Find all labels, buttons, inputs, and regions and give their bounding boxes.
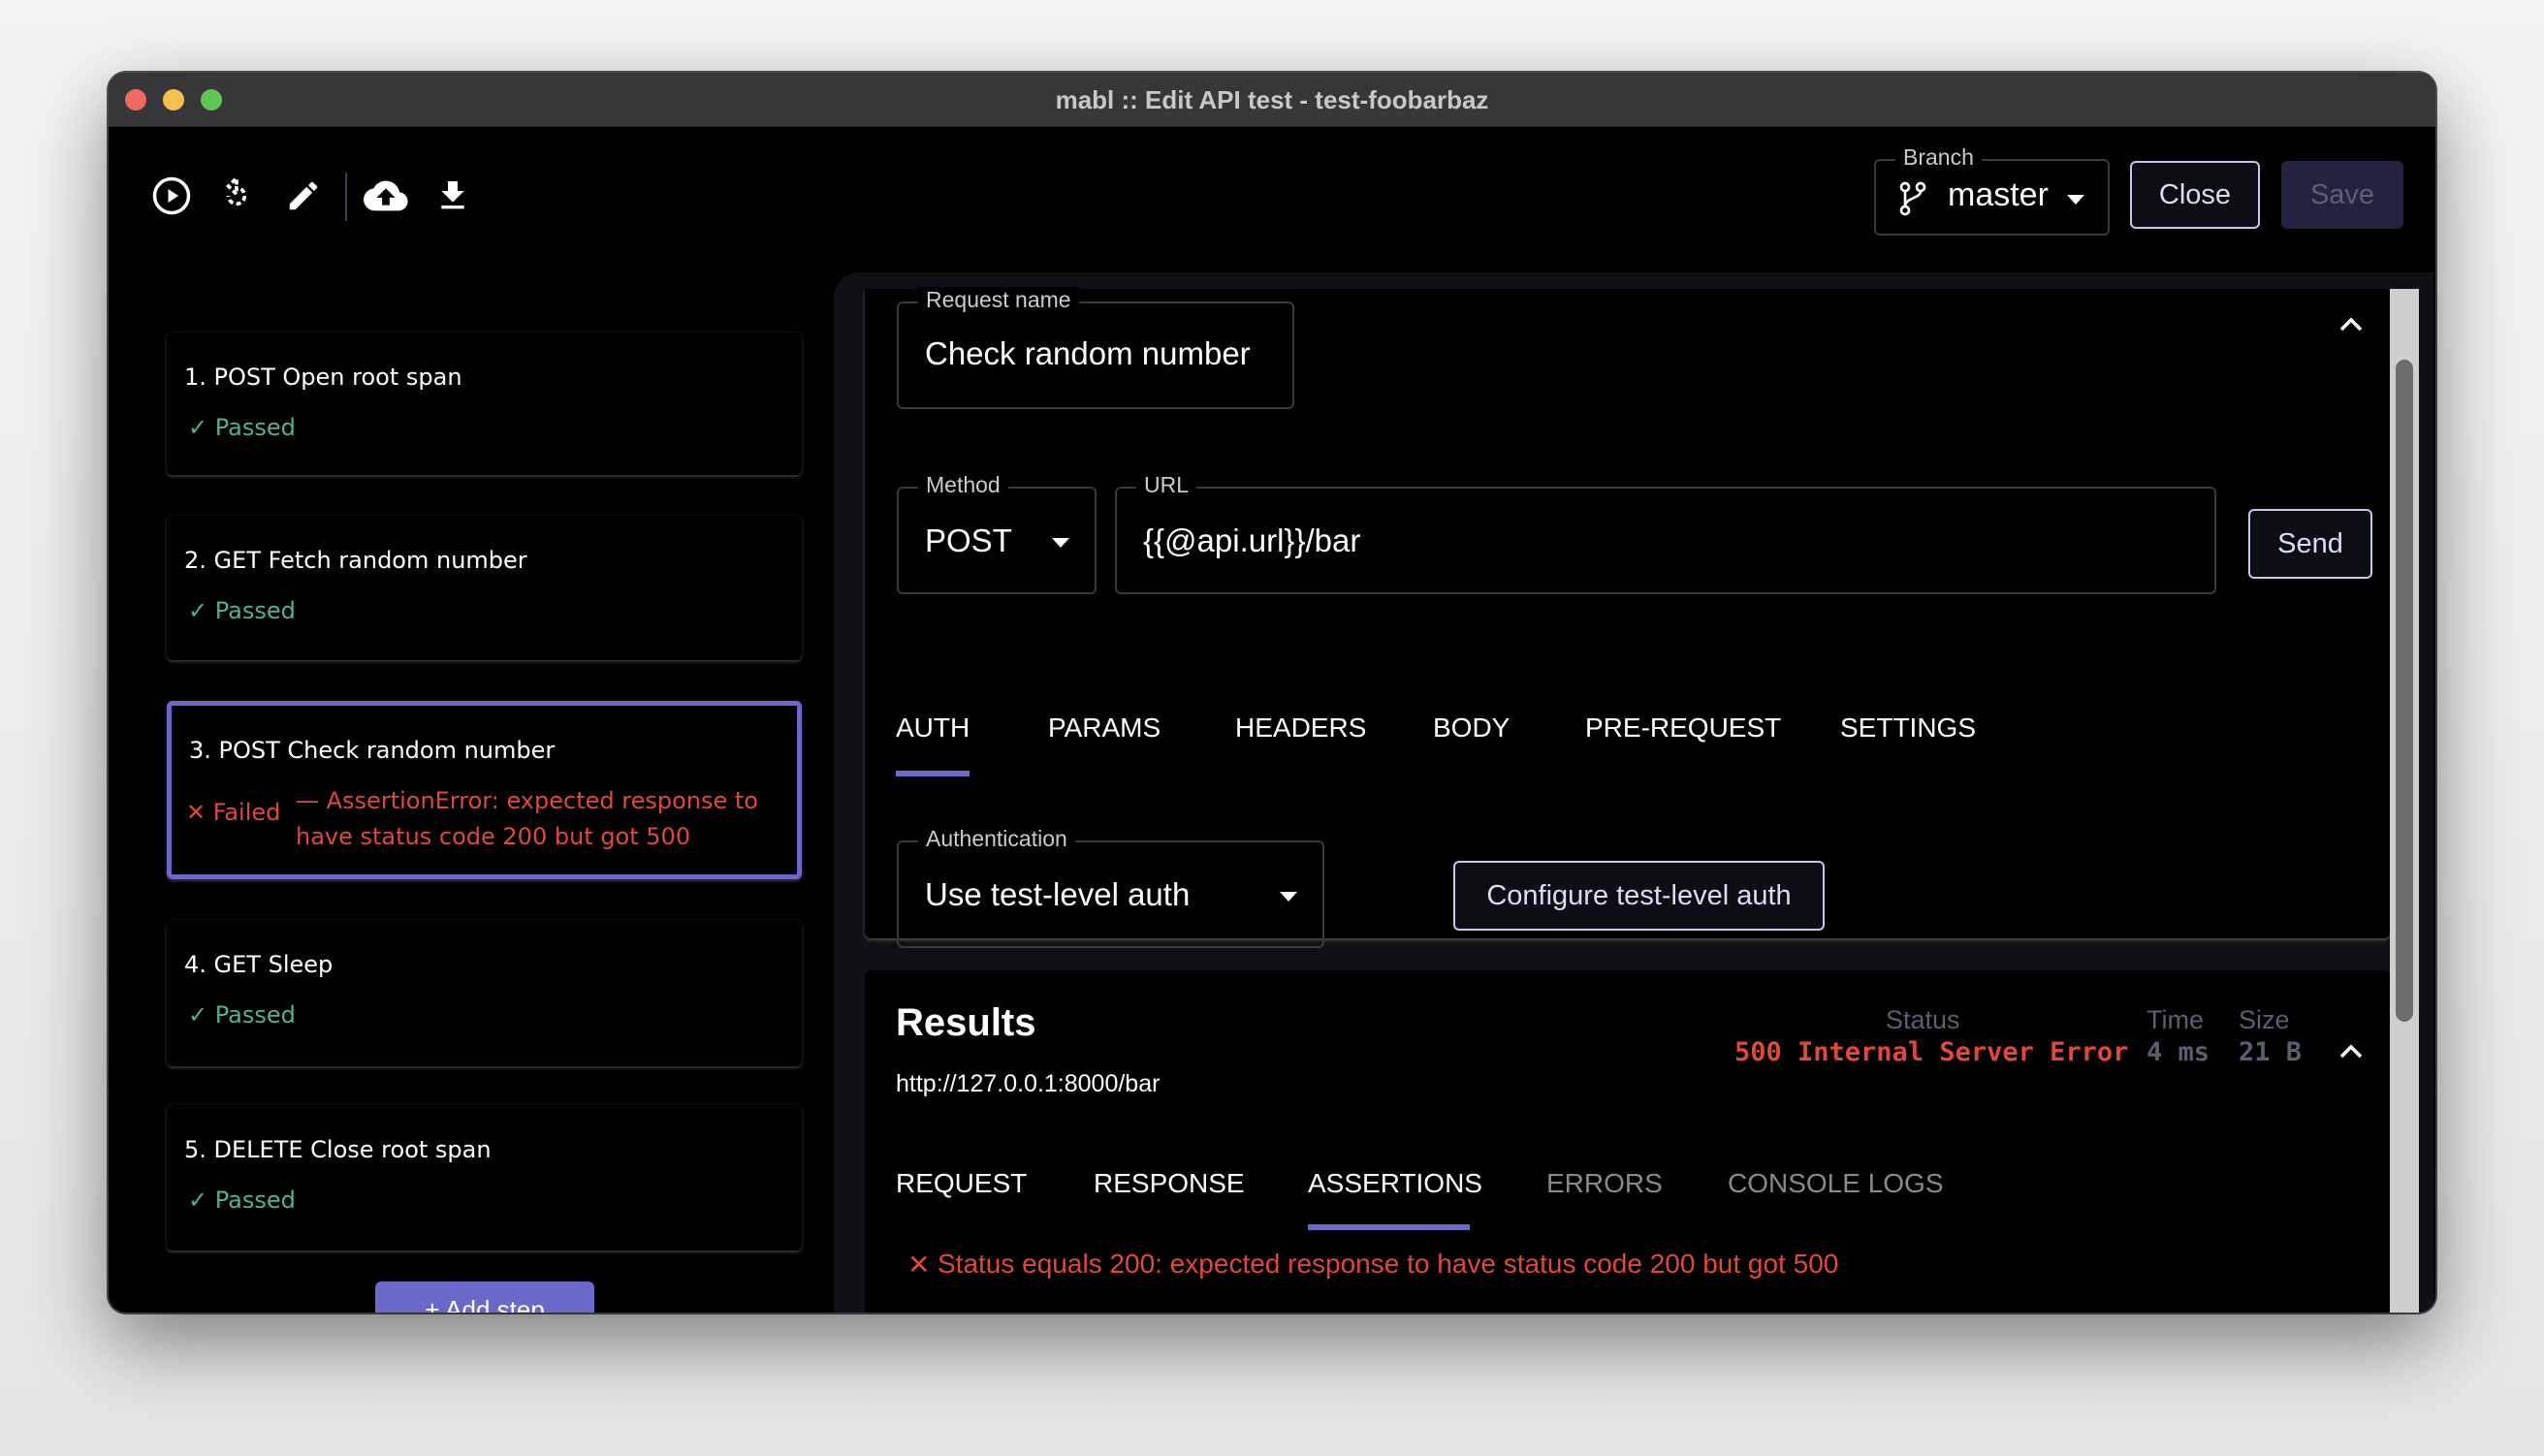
step-title: 1. POST Open root span bbox=[184, 364, 462, 391]
results-title: Results bbox=[896, 1001, 1036, 1044]
request-card: Request name Check random number Method … bbox=[865, 287, 2390, 948]
tab-settings[interactable]: SETTINGS bbox=[1840, 712, 1976, 744]
branch-label: Branch bbox=[1895, 144, 1982, 171]
add-step-button[interactable]: + Add step bbox=[375, 1282, 594, 1313]
step-status-label: Passed bbox=[214, 1187, 296, 1214]
assertion-result: Status equals 200: expected response to … bbox=[938, 1249, 1839, 1279]
replay-icon[interactable] bbox=[213, 173, 260, 219]
tab-pre-request[interactable]: PRE-REQUEST bbox=[1585, 712, 1781, 744]
tab-console-logs[interactable]: CONSOLE LOGS bbox=[1728, 1168, 1944, 1199]
request-name-field[interactable]: Request name Check random number bbox=[897, 287, 1294, 409]
branch-select[interactable]: Branch master bbox=[1874, 144, 2110, 236]
step-status: ✓ Passed bbox=[188, 414, 296, 441]
url-value: {{@api.url}}/bar bbox=[1143, 522, 1361, 558]
title-bar: mabl :: Edit API test - test-foobarbaz bbox=[109, 73, 2435, 127]
download-icon[interactable] bbox=[429, 173, 476, 219]
step-card[interactable]: 1. POST Open root span ✓ Passed bbox=[167, 332, 802, 475]
authentication-label: Authentication bbox=[918, 826, 1075, 852]
url-label: URL bbox=[1136, 472, 1197, 498]
step-card[interactable]: 5. DELETE Close root span ✓ Passed bbox=[167, 1105, 802, 1250]
size-label: Size bbox=[2239, 1005, 2290, 1034]
request-name-label: Request name bbox=[918, 287, 1079, 313]
time-value: 4 ms bbox=[2146, 1037, 2210, 1067]
collapse-chevron-up-icon[interactable] bbox=[2338, 315, 2364, 334]
active-tab-indicator bbox=[896, 771, 970, 776]
method-value: POST bbox=[925, 522, 1012, 558]
results-url: http://127.0.0.1:8000/bar bbox=[896, 1070, 1161, 1097]
fail-x-icon: ✕ bbox=[907, 1250, 931, 1280]
step-status: ✓ Passed bbox=[188, 1001, 296, 1029]
step-title: 3. POST Check random number bbox=[189, 737, 556, 764]
tab-errors[interactable]: ERRORS bbox=[1546, 1168, 1663, 1199]
active-tab-indicator bbox=[1308, 1224, 1470, 1230]
step-error-message: — AssertionError: expected response to h… bbox=[296, 787, 758, 850]
branch-value: master bbox=[1948, 176, 2049, 213]
scrollbar-thumb[interactable] bbox=[2396, 360, 2413, 1022]
step-card[interactable]: 4. GET Sleep ✓ Passed bbox=[167, 920, 802, 1066]
tab-assertions[interactable]: ASSERTIONS bbox=[1308, 1168, 1482, 1199]
cloud-upload-icon[interactable] bbox=[363, 173, 409, 219]
check-icon: ✓ bbox=[188, 597, 208, 624]
tab-response[interactable]: RESPONSE bbox=[1094, 1168, 1245, 1199]
status-value: 500 Internal Server Error bbox=[1734, 1037, 2129, 1067]
step-status: ✓ Passed bbox=[188, 597, 296, 624]
step-status-label: Passed bbox=[214, 414, 296, 441]
tab-headers[interactable]: HEADERS bbox=[1235, 712, 1366, 744]
chevron-down-icon bbox=[1052, 538, 1069, 548]
collapse-chevron-up-icon[interactable] bbox=[2338, 1042, 2364, 1061]
time-label: Time bbox=[2146, 1005, 2204, 1034]
check-icon: ✓ bbox=[188, 1001, 208, 1029]
step-status-label: Passed bbox=[214, 1001, 296, 1029]
url-input[interactable]: URL {{@api.url}}/bar bbox=[1115, 472, 2216, 594]
authentication-select[interactable]: Authentication Use test-level auth bbox=[897, 826, 1324, 948]
window-title: mabl :: Edit API test - test-foobarbaz bbox=[1055, 85, 1489, 114]
chevron-down-icon bbox=[2067, 195, 2084, 205]
step-title: 4. GET Sleep bbox=[184, 951, 334, 978]
branch-icon bbox=[1899, 181, 1926, 216]
play-icon[interactable] bbox=[148, 173, 195, 219]
step-status-label: Failed bbox=[212, 799, 281, 826]
send-button[interactable]: Send bbox=[2248, 509, 2372, 579]
authentication-value: Use test-level auth bbox=[925, 876, 1191, 912]
step-card[interactable]: 2. GET Fetch random number ✓ Passed bbox=[167, 516, 802, 660]
step-status: ✕ Failed bbox=[186, 799, 280, 826]
step-card[interactable]: 3. POST Check random number ✕ Failed — Ass… bbox=[167, 701, 802, 879]
size-value: 21 B bbox=[2239, 1037, 2303, 1067]
status-label: Status bbox=[1886, 1005, 1960, 1034]
check-icon: ✓ bbox=[188, 414, 208, 441]
toolbar-divider bbox=[345, 173, 347, 221]
step-title: 2. GET Fetch random number bbox=[184, 547, 527, 574]
step-title: 5. DELETE Close root span bbox=[184, 1136, 492, 1163]
tab-request[interactable]: REQUEST bbox=[896, 1168, 1027, 1199]
results-tabs: REQUEST RESPONSE ASSERTIONS ERRORS CONSO… bbox=[896, 1168, 2156, 1211]
tab-body[interactable]: BODY bbox=[1433, 712, 1510, 744]
tab-auth[interactable]: AUTH bbox=[896, 712, 970, 744]
edit-icon[interactable] bbox=[280, 173, 327, 219]
tab-params[interactable]: PARAMS bbox=[1048, 712, 1161, 744]
save-button[interactable]: Save bbox=[2281, 161, 2403, 229]
step-status: ✓ Passed bbox=[188, 1187, 296, 1214]
close-button[interactable]: Close bbox=[2130, 161, 2260, 229]
configure-test-level-auth-button[interactable]: Configure test-level auth bbox=[1453, 861, 1825, 931]
check-icon: ✓ bbox=[188, 1187, 208, 1214]
request-name-value: Check random number bbox=[925, 335, 1251, 371]
method-select[interactable]: Method POST bbox=[897, 472, 1097, 594]
method-label: Method bbox=[918, 472, 1008, 498]
results-card: Results http://127.0.0.1:8000/bar Status… bbox=[865, 970, 2390, 1313]
app-window: mabl :: Edit API test - test-foobarbaz B… bbox=[109, 73, 2435, 1313]
scrollbar[interactable] bbox=[2390, 289, 2419, 1313]
step-status-label: Passed bbox=[214, 597, 296, 624]
fail-x-icon: ✕ bbox=[186, 799, 207, 826]
request-tabs: AUTH PARAMS HEADERS BODY PRE-REQUEST SET… bbox=[896, 712, 2059, 761]
chevron-down-icon bbox=[1280, 892, 1297, 902]
